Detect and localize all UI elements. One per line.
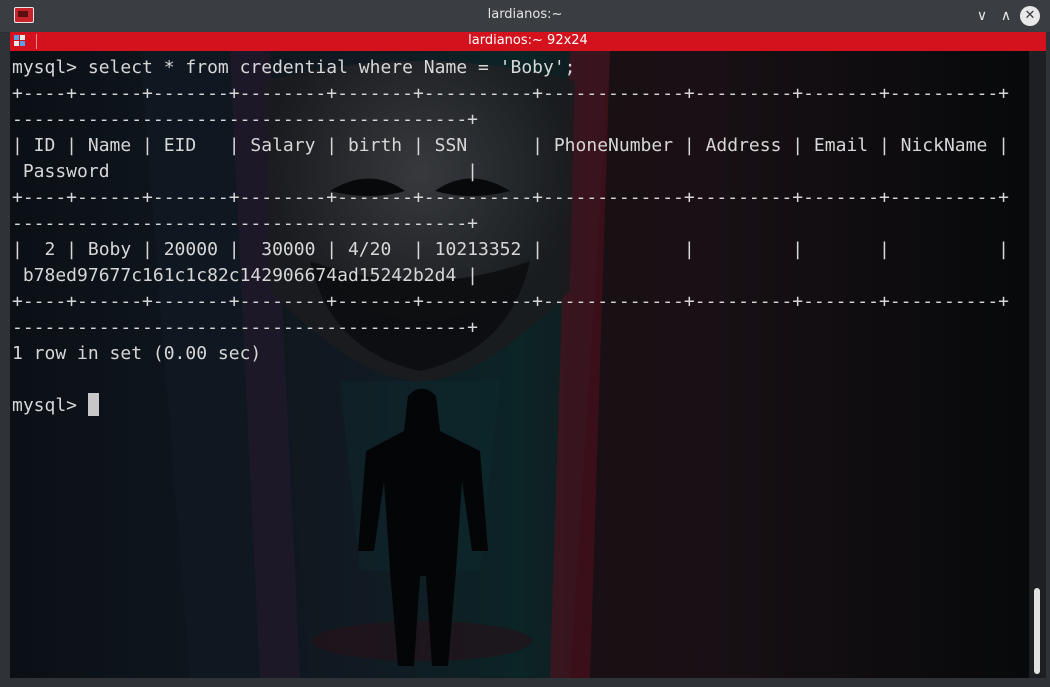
terminal-line: | 2 | Boby | 20000 | 30000 | 4/20 | 1021…: [12, 239, 1009, 260]
terminal-line: b78ed97677c161c1c82c142906674ad15242b2d4…: [12, 265, 478, 286]
terminal-line: +----+------+-------+--------+-------+--…: [12, 187, 1009, 208]
window-title: lardianos:~: [487, 7, 563, 22]
prompt-line[interactable]: mysql>: [12, 393, 1009, 419]
text-cursor: [87, 393, 99, 416]
konsole-window: lardianos:~ ∨ ∧ ✕ lardianos:~ 92x24 mysq…: [0, 0, 1050, 687]
terminal-line: | ID | Name | EID | Salary | birth | SSN…: [12, 135, 1009, 156]
minimize-button[interactable]: ∨: [972, 6, 992, 26]
session-title: lardianos:~ 92x24: [468, 33, 588, 48]
terminal-line: +----+------+-------+--------+-------+--…: [12, 291, 1009, 312]
terminal-output: mysql> select * from credential where Na…: [12, 55, 1009, 419]
close-button[interactable]: ✕: [1020, 6, 1040, 26]
terminal-line: +----+------+-------+--------+-------+--…: [12, 83, 1009, 104]
title-bar[interactable]: lardianos:~ ∨ ∧ ✕: [0, 0, 1050, 33]
terminal-line: ----------------------------------------…: [12, 317, 478, 338]
terminal-scrollbar[interactable]: [1029, 51, 1046, 678]
terminal-line: ----------------------------------------…: [12, 213, 478, 234]
terminal-line: mysql> select * from credential where Na…: [12, 57, 576, 78]
maximize-button[interactable]: ∧: [996, 6, 1016, 26]
terminal-line: Password |: [12, 161, 478, 182]
scrollbar-thumb[interactable]: [1034, 588, 1040, 674]
window-bottom-border: [0, 678, 1050, 687]
terminal-view[interactable]: mysql> select * from credential where Na…: [10, 51, 1029, 678]
terminal-line: 1 row in set (0.00 sec): [12, 343, 262, 364]
prompt-text: mysql>: [12, 395, 88, 416]
session-info-bar: lardianos:~ 92x24: [10, 32, 1046, 51]
terminal-line: ----------------------------------------…: [12, 109, 478, 130]
